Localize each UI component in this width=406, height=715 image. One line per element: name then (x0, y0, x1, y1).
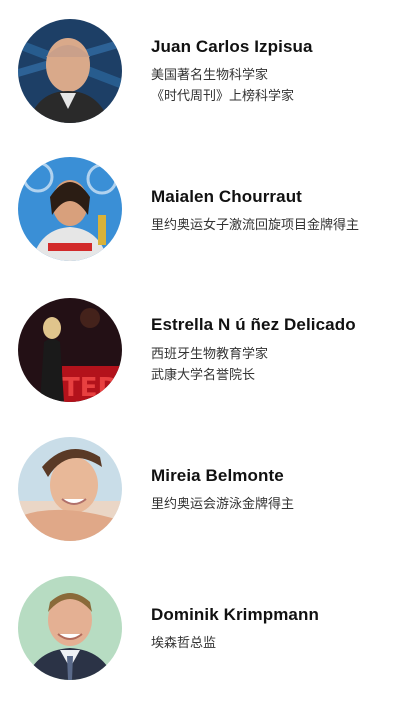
person-description-line: 里约奥运会游泳金牌得主 (151, 496, 295, 511)
person-description-line: 美国著名生物科学家 (151, 67, 269, 82)
person-name: Estrella N ú ñez Delicado (151, 315, 356, 334)
person-description-line: 武康大学名誉院长 (151, 367, 256, 382)
avatar-izpisua (18, 19, 122, 123)
person-name: Mireia Belmonte (151, 466, 284, 485)
person-name: Maialen Chourraut (151, 187, 302, 206)
avatar-chourraut (18, 157, 122, 261)
person-name: Dominik Krimpmann (151, 605, 319, 624)
person-description-line: 西班牙生物教育学家 (151, 346, 269, 361)
svg-text:TED: TED (62, 373, 119, 402)
person-description-line: 埃森哲总监 (151, 635, 217, 650)
person-description-line: 里约奥运女子激流回旋项目金牌得主 (151, 217, 360, 232)
avatar-belmonte (18, 437, 122, 541)
person-description-line: 《时代周刊》上榜科学家 (151, 88, 295, 103)
avatar-krimpmann (18, 576, 122, 680)
person-name: Juan Carlos Izpisua (151, 37, 313, 56)
avatar-nunez: TED (18, 298, 122, 402)
